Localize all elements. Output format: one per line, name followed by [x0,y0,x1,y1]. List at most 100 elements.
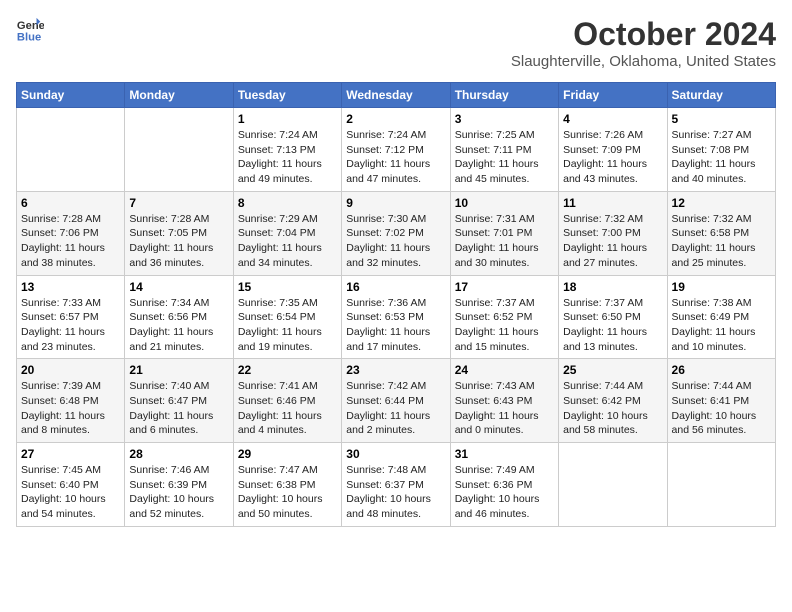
day-info: Sunrise: 7:26 AMSunset: 7:09 PMDaylight:… [563,128,662,187]
day-cell: 27Sunrise: 7:45 AMSunset: 6:40 PMDayligh… [17,443,125,527]
sunrise-text: Sunrise: 7:28 AM [129,212,228,227]
day-info: Sunrise: 7:38 AMSunset: 6:49 PMDaylight:… [672,296,771,355]
daylight-text: Daylight: 10 hours and 58 minutes. [563,409,662,438]
daylight-text: Daylight: 11 hours and 15 minutes. [455,325,554,354]
sunset-text: Sunset: 6:49 PM [672,310,771,325]
sunrise-text: Sunrise: 7:29 AM [238,212,337,227]
sunrise-text: Sunrise: 7:45 AM [21,463,120,478]
header-cell-tuesday: Tuesday [233,83,341,108]
sunset-text: Sunset: 6:43 PM [455,394,554,409]
day-cell: 17 Sunrise: 7:37 AMSunset: 6:52 PMDayligh… [450,275,558,359]
day-cell: 5 Sunrise: 7:27 AMSunset: 7:08 PMDaylight… [667,108,775,192]
sunset-text: Sunset: 7:13 PM [238,143,337,158]
sunrise-text: Sunrise: 7:24 AM [346,128,445,143]
daylight-text: Daylight: 11 hours and 4 minutes. [238,409,337,438]
day-info: Sunrise: 7:32 AMSunset: 6:58 PMDaylight:… [672,212,771,271]
daylight-text: Daylight: 11 hours and 0 minutes. [455,409,554,438]
day-cell: 18Sunrise: 7:37 AMSunset: 6:50 PMDayligh… [559,275,667,359]
day-number: 8 [238,196,337,210]
day-number: 17 [455,280,554,294]
sunrise-text: Sunrise: 7:48 AM [346,463,445,478]
sunrise-text: Sunrise: 7:30 AM [346,212,445,227]
sunrise-text: Sunrise: 7:36 AM [346,296,445,311]
day-info: Sunrise: 7:37 AMSunset: 6:52 PMDaylight:… [455,296,554,355]
header-cell-monday: Monday [125,83,233,108]
daylight-text: Daylight: 11 hours and 25 minutes. [672,241,771,270]
day-number: 9 [346,196,445,210]
day-number: 29 [238,447,337,461]
day-number: 2 [346,112,445,126]
sunset-text: Sunset: 6:44 PM [346,394,445,409]
day-number: 14 [129,280,228,294]
day-number: 1 [238,112,337,126]
day-cell: 29 Sunrise: 7:47 AMSunset: 6:38 PMDayligh… [233,443,341,527]
sunset-text: Sunset: 7:01 PM [455,226,554,241]
day-number: 26 [672,363,771,377]
sunset-text: Sunset: 7:11 PM [455,143,554,158]
sunrise-text: Sunrise: 7:32 AM [672,212,771,227]
sunrise-text: Sunrise: 7:24 AM [238,128,337,143]
sunrise-text: Sunrise: 7:43 AM [455,379,554,394]
day-cell: 8Sunrise: 7:29 AMSunset: 7:04 PMDaylight… [233,191,341,275]
sunset-text: Sunset: 6:57 PM [21,310,120,325]
day-info: Sunrise: 7:47 AMSunset: 6:38 PMDaylight:… [238,463,337,522]
daylight-text: Daylight: 11 hours and 21 minutes. [129,325,228,354]
day-cell: 11Sunrise: 7:32 AMSunset: 7:00 PMDayligh… [559,191,667,275]
day-info: Sunrise: 7:32 AMSunset: 7:00 PMDaylight:… [563,212,662,271]
daylight-text: Daylight: 11 hours and 40 minutes. [672,157,771,186]
day-number: 25 [563,363,662,377]
day-info: Sunrise: 7:25 AMSunset: 7:11 PMDaylight:… [455,128,554,187]
calendar-header: SundayMondayTuesdayWednesdayThursdayFrid… [17,83,776,108]
day-cell: 6Sunrise: 7:28 AMSunset: 7:06 PMDaylight… [17,191,125,275]
sunset-text: Sunset: 6:52 PM [455,310,554,325]
daylight-text: Daylight: 11 hours and 6 minutes. [129,409,228,438]
daylight-text: Daylight: 11 hours and 23 minutes. [21,325,120,354]
day-cell: 30Sunrise: 7:48 AMSunset: 6:37 PMDayligh… [342,443,450,527]
sunrise-text: Sunrise: 7:46 AM [129,463,228,478]
sunrise-text: Sunrise: 7:44 AM [563,379,662,394]
title-block: October 2024 Slaughterville, Oklahoma, U… [511,16,776,70]
logo-icon: General Blue [16,16,44,44]
daylight-text: Daylight: 11 hours and 19 minutes. [238,325,337,354]
day-cell: 16Sunrise: 7:36 AMSunset: 6:53 PMDayligh… [342,275,450,359]
day-number: 4 [563,112,662,126]
daylight-text: Daylight: 11 hours and 30 minutes. [455,241,554,270]
sunrise-text: Sunrise: 7:27 AM [672,128,771,143]
header-cell-sunday: Sunday [17,83,125,108]
day-number: 24 [455,363,554,377]
day-number: 3 [455,112,554,126]
sunset-text: Sunset: 6:53 PM [346,310,445,325]
sunrise-text: Sunrise: 7:44 AM [672,379,771,394]
day-number: 20 [21,363,120,377]
daylight-text: Daylight: 10 hours and 52 minutes. [129,492,228,521]
day-cell: 31Sunrise: 7:49 AMSunset: 6:36 PMDayligh… [450,443,558,527]
daylight-text: Daylight: 11 hours and 13 minutes. [563,325,662,354]
sunset-text: Sunset: 6:48 PM [21,394,120,409]
sunrise-text: Sunrise: 7:47 AM [238,463,337,478]
daylight-text: Daylight: 10 hours and 54 minutes. [21,492,120,521]
day-number: 7 [129,196,228,210]
day-info: Sunrise: 7:34 AMSunset: 6:56 PMDaylight:… [129,296,228,355]
day-number: 5 [672,112,771,126]
sunset-text: Sunset: 6:39 PM [129,478,228,493]
day-number: 10 [455,196,554,210]
day-number: 12 [672,196,771,210]
sunrise-text: Sunrise: 7:39 AM [21,379,120,394]
day-cell: 22Sunrise: 7:41 AMSunset: 6:46 PMDayligh… [233,359,341,443]
day-info: Sunrise: 7:27 AMSunset: 7:08 PMDaylight:… [672,128,771,187]
header-cell-saturday: Saturday [667,83,775,108]
day-info: Sunrise: 7:28 AMSunset: 7:05 PMDaylight:… [129,212,228,271]
week-row-3: 13Sunrise: 7:33 AMSunset: 6:57 PMDayligh… [17,275,776,359]
daylight-text: Daylight: 11 hours and 49 minutes. [238,157,337,186]
day-info: Sunrise: 7:49 AMSunset: 6:36 PMDaylight:… [455,463,554,522]
month-title: October 2024 [511,16,776,53]
day-cell: 21Sunrise: 7:40 AMSunset: 6:47 PMDayligh… [125,359,233,443]
sunrise-text: Sunrise: 7:25 AM [455,128,554,143]
day-info: Sunrise: 7:41 AMSunset: 6:46 PMDaylight:… [238,379,337,438]
daylight-text: Daylight: 10 hours and 46 minutes. [455,492,554,521]
daylight-text: Daylight: 11 hours and 47 minutes. [346,157,445,186]
day-number: 13 [21,280,120,294]
day-info: Sunrise: 7:46 AMSunset: 6:39 PMDaylight:… [129,463,228,522]
daylight-text: Daylight: 11 hours and 17 minutes. [346,325,445,354]
sunset-text: Sunset: 7:08 PM [672,143,771,158]
